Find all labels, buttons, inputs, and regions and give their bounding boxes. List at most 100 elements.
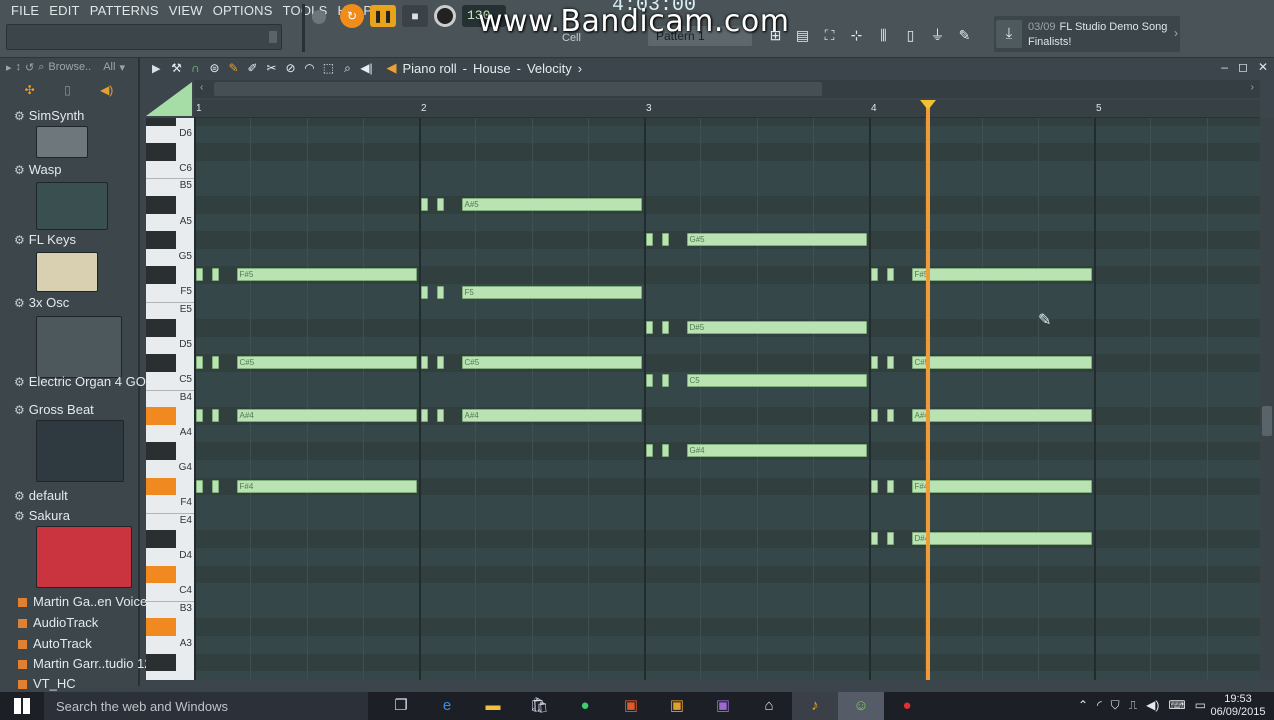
short-note[interactable] xyxy=(421,356,428,370)
chevron-right-icon[interactable]: ▸ xyxy=(6,61,12,74)
plugin-thumbnail[interactable] xyxy=(36,182,108,230)
chevron-right-icon[interactable]: › xyxy=(1174,26,1178,40)
plugin-database-icon[interactable]: ▯ xyxy=(899,22,922,48)
note[interactable]: G#4 xyxy=(686,444,867,458)
browser-tree-icon[interactable]: ⊹ xyxy=(845,22,868,48)
chevron-right-icon[interactable]: ▶ xyxy=(152,62,160,75)
short-note[interactable] xyxy=(436,198,444,211)
select-icon[interactable]: ⬚ xyxy=(320,60,336,76)
maximize-icon[interactable]: ◻ xyxy=(1238,60,1248,74)
short-note[interactable] xyxy=(646,374,653,387)
undo-icon[interactable]: ↺ xyxy=(25,61,34,74)
black-key[interactable] xyxy=(146,442,176,460)
browser-item[interactable]: AudioTrack xyxy=(18,615,98,630)
expand-icon[interactable]: ↕ xyxy=(16,61,22,73)
mixer-icon[interactable]: ⫼ xyxy=(872,22,895,48)
piano-keyboard[interactable]: D6 C6 B5 A5 G5 F5 E5 D5 C5 B4 A4 G4 F4 E4 D4 C4 B3 A3 xyxy=(146,118,194,680)
short-note[interactable] xyxy=(646,444,653,458)
edge-icon[interactable]: e xyxy=(424,692,470,720)
home-icon[interactable]: ⌂ xyxy=(746,692,792,720)
browser-item[interactable]: ⚙ Wasp xyxy=(14,162,62,177)
note-grid[interactable]: A#5 G#5 F#5 F#5 F5 D#5 C#5 C#5 C#5 C5 A#4 A#4 A#4 G#4… xyxy=(194,118,1260,680)
delete-icon[interactable]: ✂ xyxy=(263,60,279,76)
short-note[interactable] xyxy=(196,409,203,423)
short-note[interactable] xyxy=(661,233,669,247)
note[interactable]: C#5 xyxy=(461,356,642,370)
short-note[interactable] xyxy=(661,374,669,387)
short-note[interactable] xyxy=(646,321,653,335)
scroll-left-icon[interactable]: ‹ xyxy=(200,82,203,93)
tempo-tapper-icon[interactable]: ✎ xyxy=(953,22,976,48)
note[interactable]: F#5 xyxy=(911,268,1092,282)
note[interactable]: A#4 xyxy=(461,409,642,423)
app-icon[interactable]: ▣ xyxy=(608,692,654,720)
black-key[interactable] xyxy=(146,653,176,672)
browser-item[interactable]: ⚙ default xyxy=(14,488,68,503)
short-note[interactable] xyxy=(211,479,219,493)
taskbar-clock[interactable]: 19:53 06/09/2015 xyxy=(1210,693,1266,719)
note[interactable]: F#4 xyxy=(236,479,417,493)
note[interactable]: C5 xyxy=(686,374,867,387)
wifi-icon[interactable]: ◜ xyxy=(1097,698,1102,713)
windows-start-icon[interactable] xyxy=(14,698,30,714)
browser-item[interactable]: ⚙ 3x Osc xyxy=(14,295,69,310)
browser-item[interactable]: ⚙ SimSynth xyxy=(14,108,84,123)
short-note[interactable] xyxy=(421,198,428,211)
master-volume-slider[interactable] xyxy=(302,4,305,52)
plugin-picker-icon[interactable]: ⏚ xyxy=(926,22,949,48)
browser-item[interactable]: ⚙ Sakura xyxy=(14,508,70,523)
loop-mode-icon[interactable]: ↻ xyxy=(340,4,364,28)
scrollbar-thumb[interactable] xyxy=(1262,406,1272,436)
menu-patterns[interactable]: PATTERNS xyxy=(85,2,164,19)
black-key[interactable] xyxy=(146,231,176,249)
short-note[interactable] xyxy=(886,409,894,423)
note[interactable]: F5 xyxy=(461,286,642,299)
wrench-icon[interactable]: ⚒ xyxy=(168,60,184,76)
short-note[interactable] xyxy=(871,532,878,546)
horizontal-scrollbar[interactable]: ‹ › xyxy=(194,80,1260,98)
file-explorer-icon[interactable]: ▬ xyxy=(470,692,516,720)
short-note[interactable] xyxy=(871,409,878,423)
browser-item[interactable]: VT_HC xyxy=(18,676,76,691)
close-icon[interactable]: ✕ xyxy=(1258,60,1268,74)
vertical-scrollbar[interactable] xyxy=(1260,118,1274,680)
black-key[interactable] xyxy=(146,565,176,584)
bandicam-icon[interactable]: ● xyxy=(884,692,930,720)
plugin-thumbnail[interactable] xyxy=(36,252,98,292)
short-note[interactable] xyxy=(871,356,878,370)
browser-item[interactable]: ⚙ Electric Organ 4 GOL xyxy=(14,374,153,389)
lock-icon[interactable] xyxy=(269,31,277,43)
note[interactable]: G#5 xyxy=(686,233,867,247)
black-key[interactable] xyxy=(146,319,176,337)
spotify-icon[interactable]: ● xyxy=(562,692,608,720)
short-note[interactable] xyxy=(196,356,203,370)
pencil-icon[interactable]: ✎ xyxy=(225,60,241,76)
short-note[interactable] xyxy=(886,532,894,546)
plugin-thumbnail[interactable] xyxy=(36,126,88,158)
note[interactable]: A#5 xyxy=(461,198,642,211)
short-note[interactable] xyxy=(421,409,428,423)
short-note[interactable] xyxy=(196,479,203,493)
short-note[interactable] xyxy=(646,233,653,247)
chevron-up-icon[interactable]: ⌃ xyxy=(1078,698,1088,713)
scrollbar-thumb[interactable] xyxy=(214,82,822,96)
corner-stamp[interactable] xyxy=(142,80,194,118)
playback-icon[interactable]: ◀| xyxy=(358,60,374,76)
playhead[interactable] xyxy=(925,100,930,680)
black-key[interactable] xyxy=(146,477,176,496)
note[interactable]: F#4 xyxy=(911,479,1092,493)
browser-item[interactable]: ⚙ Gross Beat xyxy=(14,402,94,417)
short-note[interactable] xyxy=(436,356,444,370)
menu-edit[interactable]: EDIT xyxy=(44,2,84,19)
black-key[interactable] xyxy=(146,618,176,636)
chevron-down-icon[interactable]: ▾ xyxy=(119,61,125,74)
black-key[interactable] xyxy=(146,407,176,425)
short-note[interactable] xyxy=(211,268,219,282)
plugin-thumbnail[interactable] xyxy=(36,420,124,482)
visual-studio-icon[interactable]: ▣ xyxy=(700,692,746,720)
short-note[interactable] xyxy=(196,268,203,282)
note[interactable]: C#5 xyxy=(911,356,1092,370)
pause-button[interactable]: ❚❚ xyxy=(370,5,396,27)
shield-icon[interactable]: ⛉ xyxy=(1111,698,1120,713)
master-pitch-knob[interactable] xyxy=(312,10,326,24)
